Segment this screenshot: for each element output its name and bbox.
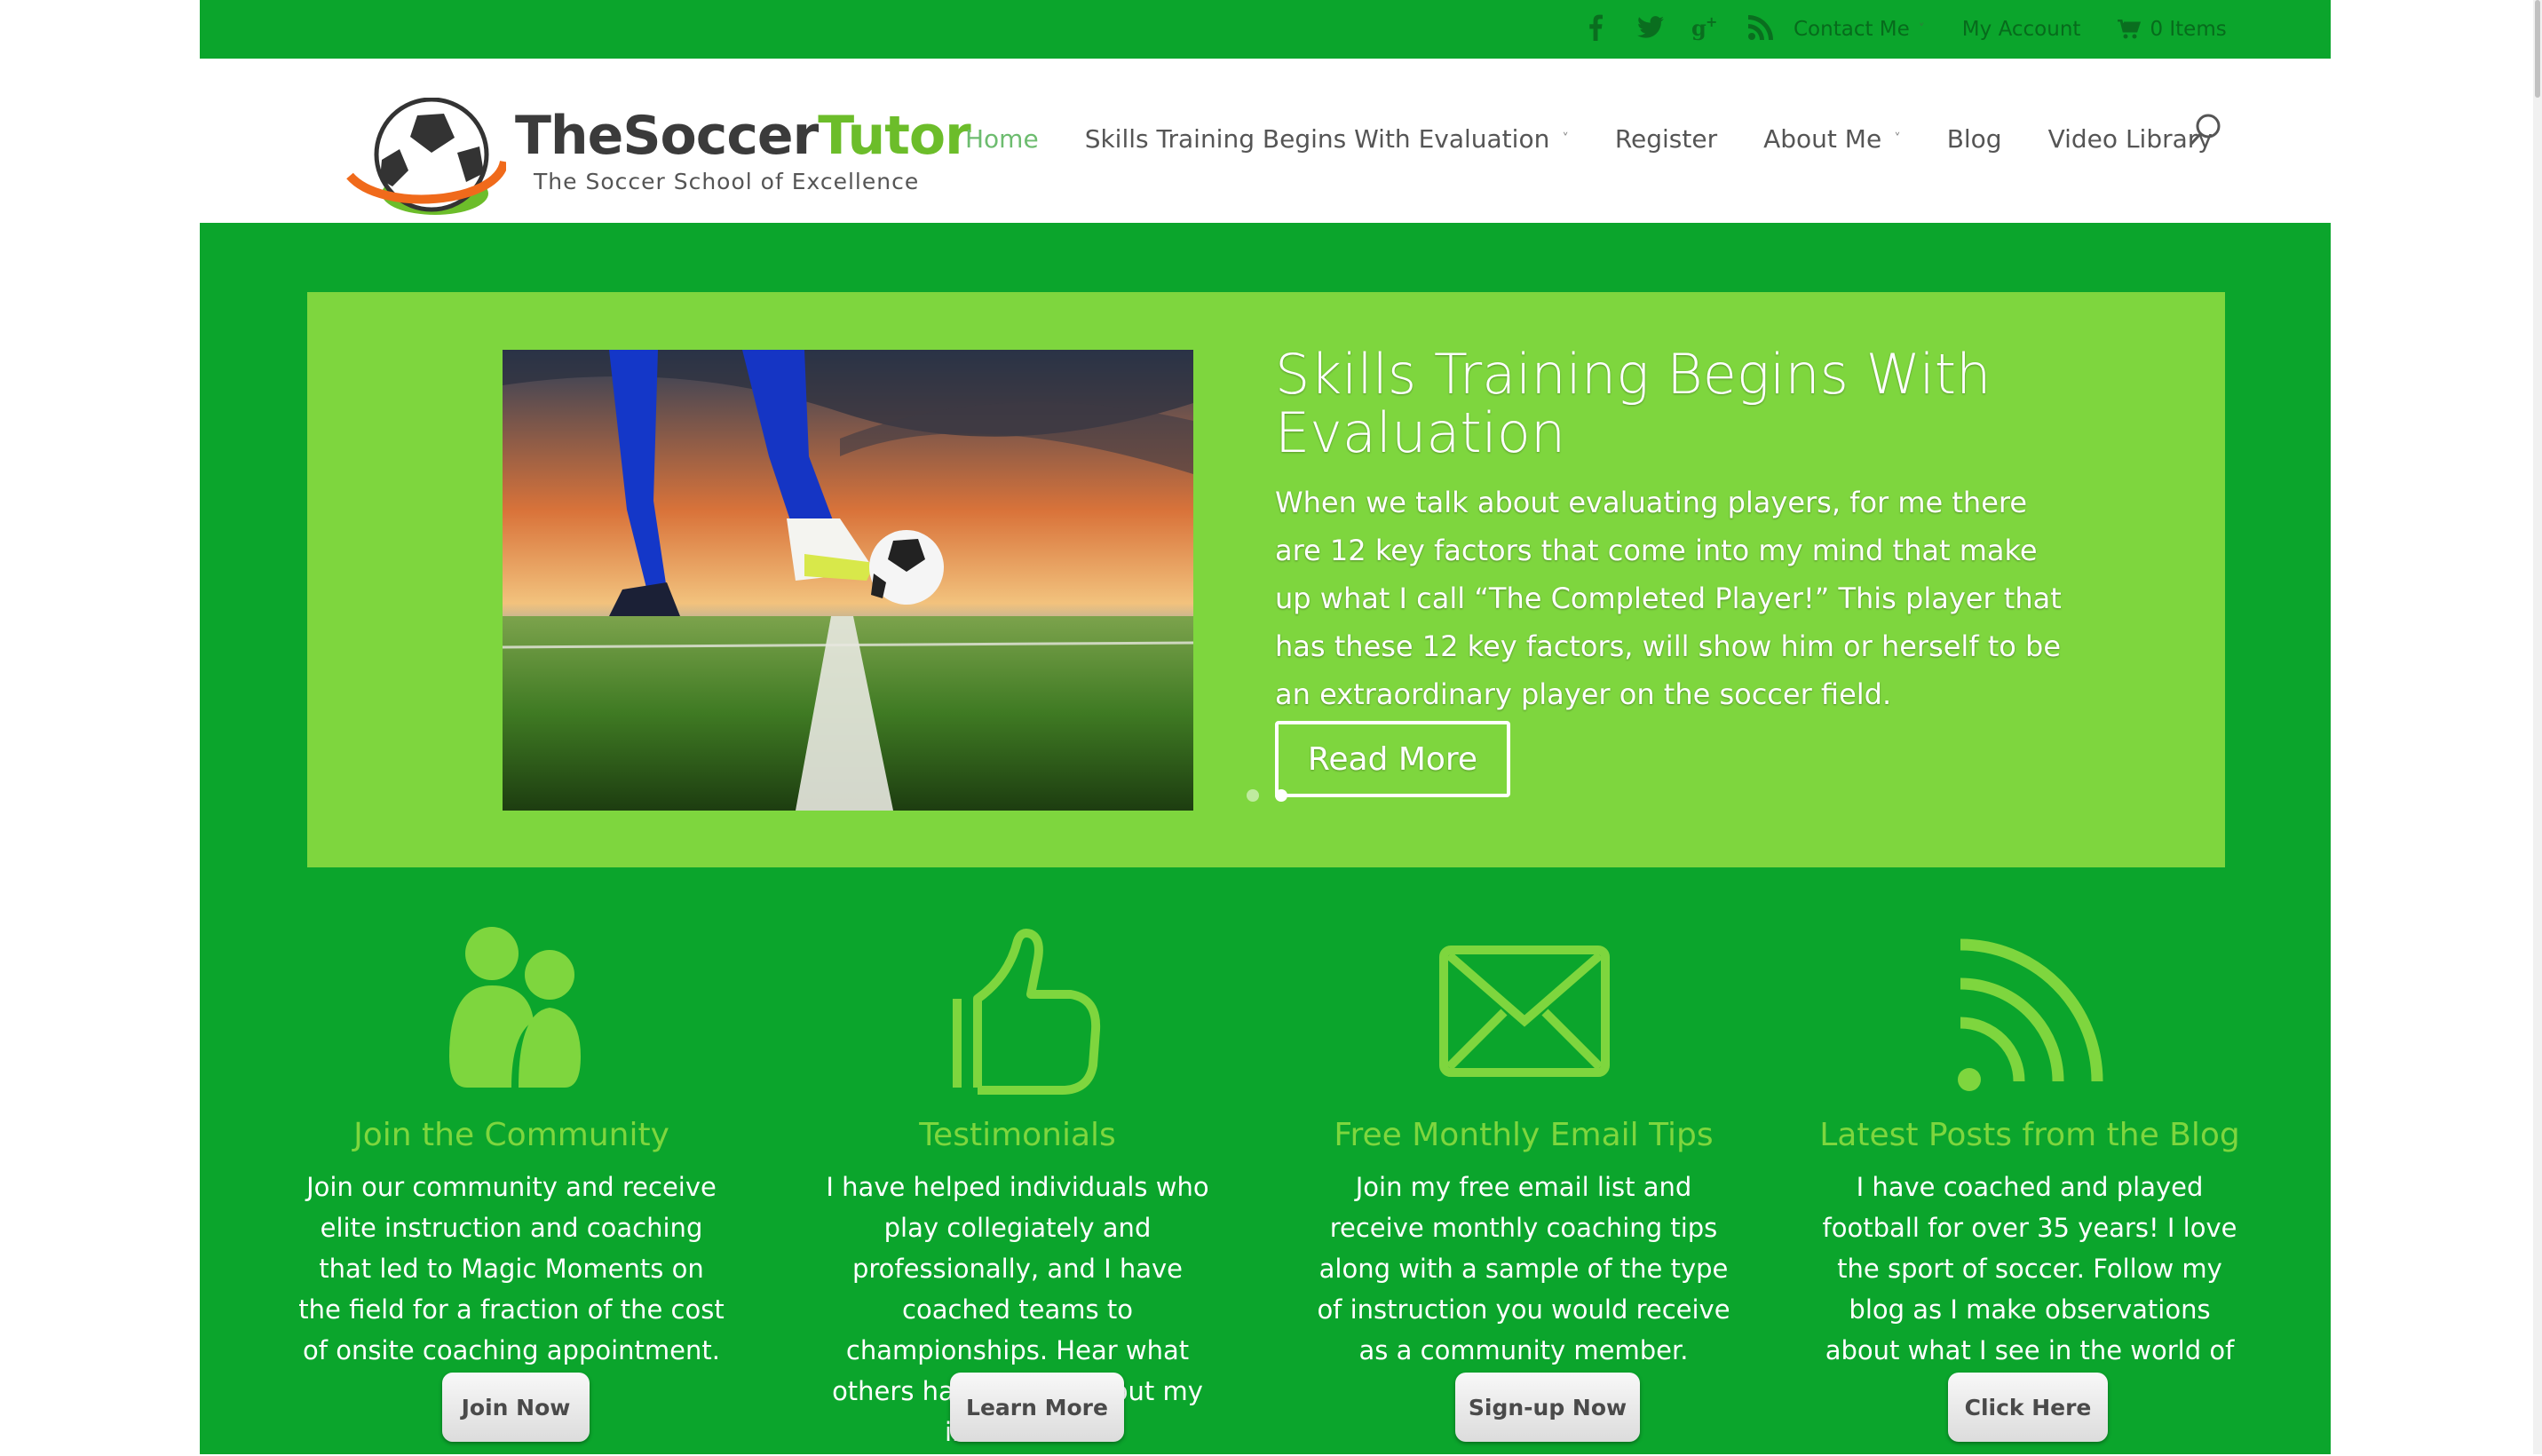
scrollbar-thumb[interactable] [2535, 0, 2540, 98]
chevron-down-icon: ˅ [1918, 22, 1925, 36]
feature-text: Join my free email list and receive mont… [1317, 1172, 1730, 1365]
nav-item-register[interactable]: Register [1615, 124, 1717, 154]
search-icon [2190, 114, 2221, 146]
top-bar: g + Contact Me ˅ My Account 0 Items [200, 0, 2331, 59]
svg-text:+: + [1706, 14, 1717, 30]
sign-up-now-button[interactable]: Sign-up Now [1455, 1373, 1640, 1442]
cart-link[interactable]: 0 Items [2118, 18, 2227, 41]
nav-item-home[interactable]: Home [965, 124, 1039, 154]
nav-label: Register [1614, 123, 1718, 154]
main-nav: Home Skills Training Begins With Evaluat… [965, 112, 2259, 165]
soccer-player-image [503, 350, 1193, 811]
read-more-button[interactable]: Read More [1275, 721, 1510, 797]
top-nav: Contact Me ˅ My Account 0 Items [1794, 0, 2227, 59]
learn-more-button[interactable]: Learn More [950, 1373, 1124, 1442]
hero-slider: Skills Training Begins With Evaluation W… [307, 292, 2225, 867]
hero-image [503, 350, 1193, 811]
hero-title: Skills Training Begins With Evaluation [1275, 342, 1992, 465]
slider-dot[interactable] [1247, 789, 1259, 802]
feature-title: Testimonials [919, 1117, 1116, 1153]
envelope-icon [1435, 923, 1612, 1101]
social-links: g + [1580, 11, 1776, 44]
page-scrollbar[interactable] [2533, 0, 2542, 1454]
site-container: g + Contact Me ˅ My Account 0 Items TheS… [200, 0, 2331, 1454]
click-here-button[interactable]: Click Here [1948, 1373, 2108, 1442]
twitter-icon[interactable] [1635, 11, 1666, 44]
my-account-label: My Account [1961, 18, 2081, 41]
logo-tagline: The Soccer School of Excellence [534, 169, 920, 194]
community-icon [423, 923, 600, 1101]
nav-item-skills-training[interactable]: Skills Training Begins With Evaluation ˅ [1085, 124, 1569, 154]
rss-icon[interactable] [1746, 11, 1776, 44]
logo-name-part2: Tutor [818, 105, 971, 167]
features-section: Join the Community Join our community an… [298, 923, 2240, 1456]
search-button[interactable] [2189, 112, 2224, 156]
hero-text: When we talk about evaluating players, f… [1275, 486, 2062, 711]
nav-label: Skills Training Begins With Evaluation [1084, 123, 1550, 154]
chevron-down-icon: ˅ [1894, 131, 1901, 146]
cart-label: 0 Items [2150, 18, 2227, 41]
cart-icon [2118, 20, 2142, 39]
contact-me-label: Contact Me [1794, 18, 1910, 41]
feature-title: Join the Community [353, 1117, 669, 1153]
nav-label: About Me [1763, 123, 1882, 154]
nav-label: Blog [1946, 123, 2002, 154]
site-header: TheSoccerTutor The Soccer School of Exce… [200, 59, 2331, 223]
feature-title: Latest Posts from the Blog [1819, 1117, 2240, 1153]
nav-label: Home [965, 123, 1039, 154]
nav-item-blog[interactable]: Blog [1947, 124, 2002, 154]
site-logo[interactable]: TheSoccerTutor The Soccer School of Exce… [346, 98, 971, 215]
my-account-link[interactable]: My Account [1962, 18, 2081, 41]
soccer-ball-logo-icon [346, 98, 506, 215]
contact-me-link[interactable]: Contact Me ˅ [1794, 18, 1925, 41]
chevron-down-icon: ˅ [1562, 131, 1569, 146]
logo-name-part1: TheSoccer [515, 105, 819, 167]
logo-wordmark: TheSoccerTutor [515, 105, 971, 167]
google-plus-icon[interactable]: g + [1691, 11, 1721, 44]
join-now-button[interactable]: Join Now [442, 1373, 590, 1442]
feature-title: Free Monthly Email Tips [1334, 1117, 1714, 1153]
feature-text: Join our community and receive elite ins… [298, 1172, 725, 1365]
svg-text:g: g [1691, 15, 1707, 41]
thumbs-up-icon [929, 923, 1106, 1101]
facebook-icon[interactable] [1580, 11, 1611, 44]
rss-feed-icon [1941, 923, 2118, 1101]
nav-item-about-me[interactable]: About Me ˅ [1763, 124, 1901, 154]
